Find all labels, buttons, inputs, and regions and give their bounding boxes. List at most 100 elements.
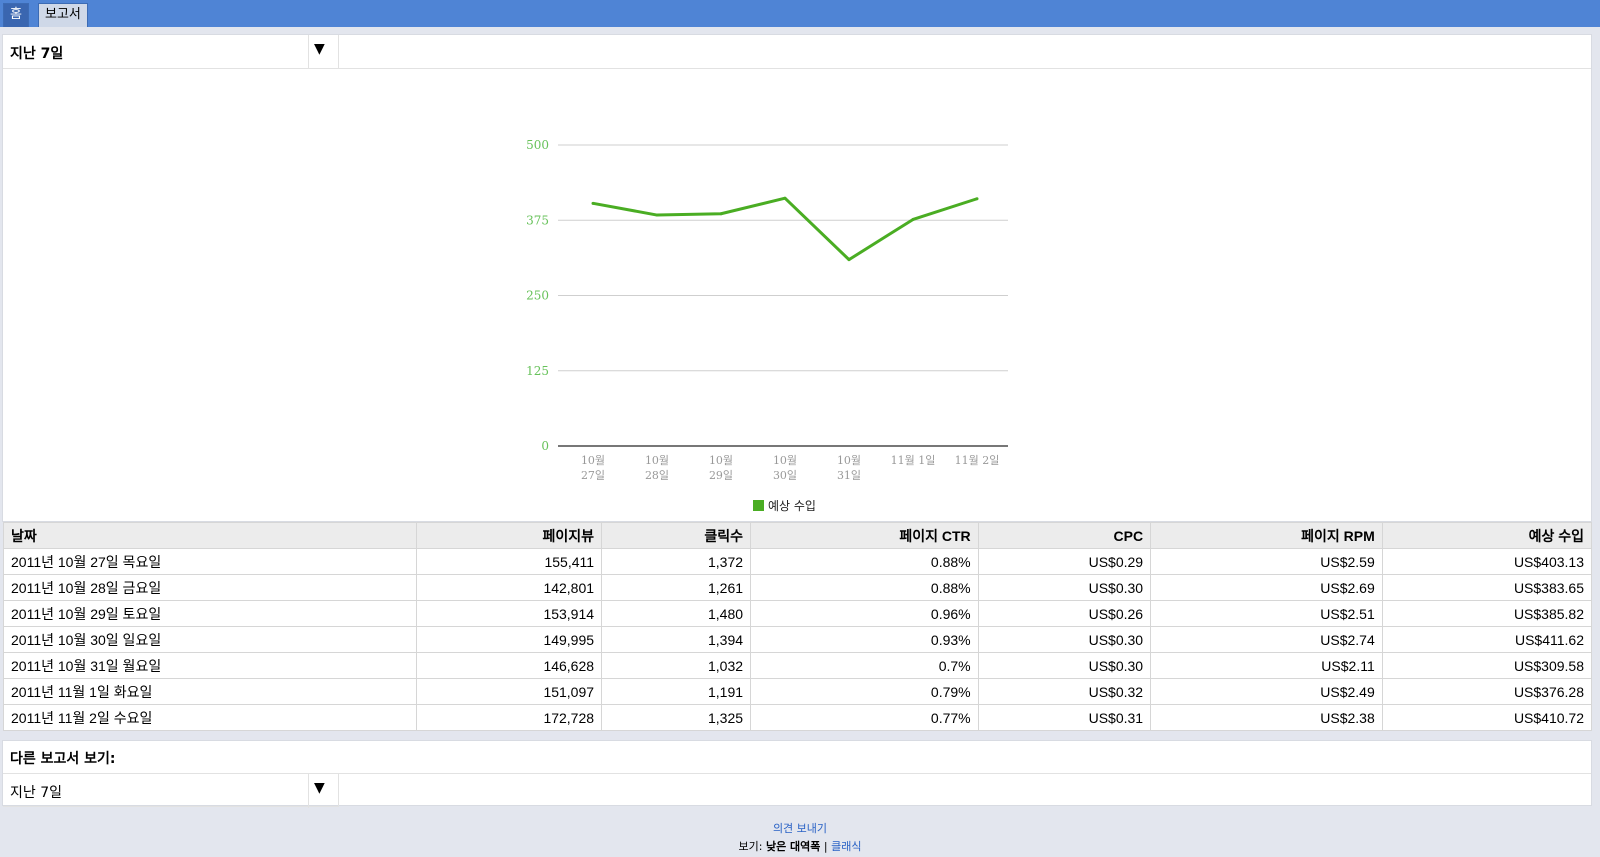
dropdown-top-line [339, 773, 1591, 774]
period-dropdown-value: 지난 7일 [10, 46, 64, 62]
dropdown-divider [308, 774, 309, 808]
column-header[interactable]: 페이지 CTR [750, 522, 979, 549]
table-cell: 153,914 [416, 600, 603, 627]
table-cell: 155,411 [416, 548, 603, 575]
table-cell: 1,372 [601, 548, 752, 575]
legend-swatch [753, 500, 764, 511]
table-cell: 0.93% [750, 626, 979, 653]
y-tick-label: 375 [526, 213, 549, 227]
footer-separator: | [823, 840, 828, 853]
table-cell: 142,801 [416, 574, 603, 601]
table-cell: US$309.58 [1381, 652, 1593, 679]
column-header[interactable]: 클릭수 [601, 522, 752, 549]
table-cell: 1,480 [601, 600, 752, 627]
table-cell: 146,628 [416, 652, 603, 679]
table-cell: US$376.28 [1381, 678, 1593, 705]
dropdown-divider [308, 35, 309, 69]
table-cell: US$410.72 [1381, 704, 1593, 731]
table-cell: US$385.82 [1381, 600, 1593, 627]
table-cell: 0.77% [750, 704, 979, 731]
x-tick-label: 11월 2일 [955, 453, 1000, 467]
table-cell: 0.88% [750, 574, 979, 601]
table-cell: 151,097 [416, 678, 603, 705]
data-point [655, 213, 659, 217]
x-tick-label: 27일 [581, 468, 605, 482]
x-tick-label: 29일 [709, 468, 733, 482]
x-tick-label: 31일 [837, 468, 861, 482]
table-cell: US$2.38 [1150, 704, 1383, 731]
table-cell: US$0.29 [977, 548, 1152, 575]
report-panel: 지난 7일 ▼ 0 125 250 375 500 10월 27일 10월 28일 10월 29일 1… [2, 34, 1592, 522]
x-tick-label: 11월 1일 [891, 453, 936, 467]
table-row: 2011년 10월 30일 일요일 149,995 1,394 0.93% US$0.3… [2, 626, 1593, 653]
view-label: 보기: [738, 840, 763, 853]
table-cell: 2011년 11월 1일 화요일 [2, 678, 418, 705]
table-cell: US$2.69 [1150, 574, 1383, 601]
table-cell: 2011년 10월 30일 일요일 [2, 626, 418, 653]
table-cell: US$2.59 [1150, 548, 1383, 575]
table-cell: US$0.30 [977, 652, 1152, 679]
table-cell: 2011년 10월 28일 금요일 [2, 574, 418, 601]
table-cell: US$2.49 [1150, 678, 1383, 705]
table-cell: 172,728 [416, 704, 603, 731]
x-tick-label: 10월 [773, 454, 797, 467]
table-cell: US$0.30 [977, 574, 1152, 601]
y-tick-label: 0 [541, 439, 549, 453]
table-cell: 1,394 [601, 626, 752, 653]
report-table: 날짜 페이지뷰 클릭수 페이지 CTR CPC 페이지 RPM 예상 수입 2011년 10… [2, 522, 1593, 731]
table-cell: US$0.30 [977, 626, 1152, 653]
table-row: 2011년 11월 2일 수요일 172,728 1,325 0.77% US$0.31… [2, 704, 1593, 731]
other-reports-dropdown[interactable]: 지난 7일 ▼ [3, 773, 339, 808]
data-point [975, 197, 979, 201]
x-tick-label: 10월 [645, 454, 669, 467]
data-point [719, 212, 723, 216]
column-header[interactable]: 예상 수입 [1381, 522, 1593, 549]
footer-view-options: 보기: 낮은 대역폭 | 클래식 [0, 838, 1600, 854]
y-tick-label: 125 [526, 364, 549, 378]
data-point [847, 258, 851, 262]
table-row: 2011년 10월 29일 토요일 153,914 1,480 0.96% US$0.2… [2, 600, 1593, 627]
data-point [911, 217, 915, 221]
period-dropdown[interactable]: 지난 7일 ▼ [3, 35, 339, 69]
x-tick-label: 30일 [773, 468, 797, 482]
y-tick-label: 250 [526, 289, 549, 303]
classic-link[interactable]: 클래식 [831, 840, 861, 853]
table-cell: US$0.32 [977, 678, 1152, 705]
x-tick-label: 10월 [837, 454, 861, 467]
table-row: 2011년 11월 1일 화요일 151,097 1,191 0.79% US$0.32… [2, 678, 1593, 705]
table-cell: 1,032 [601, 652, 752, 679]
legend-label: 예상 수입 [768, 499, 816, 513]
y-tick-label: 500 [526, 138, 549, 152]
table-header-row: 날짜 페이지뷰 클릭수 페이지 CTR CPC 페이지 RPM 예상 수입 [2, 522, 1593, 549]
table-cell: US$0.31 [977, 704, 1152, 731]
column-header[interactable]: 페이지 RPM [1150, 522, 1383, 549]
tab-home[interactable]: 홈 [3, 3, 29, 27]
data-point [591, 201, 595, 205]
table-cell: US$0.26 [977, 600, 1152, 627]
series-line-estimated-earnings [592, 196, 978, 262]
column-header[interactable]: 페이지뷰 [416, 522, 603, 549]
tab-reports[interactable]: 보고서 [38, 3, 88, 27]
feedback-link[interactable]: 의견 보내기 [773, 822, 827, 835]
column-header[interactable]: CPC [977, 522, 1152, 549]
table-cell: 2011년 10월 31일 월요일 [2, 652, 418, 679]
table-cell: US$383.65 [1381, 574, 1593, 601]
table-cell: 1,261 [601, 574, 752, 601]
table-cell: 0.79% [750, 678, 979, 705]
table-cell: US$2.11 [1150, 652, 1383, 679]
dropdown-arrow-icon[interactable]: ▼ [314, 780, 325, 796]
table-cell: 0.7% [750, 652, 979, 679]
table-cell: US$403.13 [1381, 548, 1593, 575]
table-cell: 149,995 [416, 626, 603, 653]
x-tick-label: 10월 [709, 454, 733, 467]
table-cell: 0.96% [750, 600, 979, 627]
footer-feedback: 의견 보내기 [0, 820, 1600, 836]
x-tick-label: 28일 [645, 468, 669, 482]
table-cell: 2011년 10월 27일 목요일 [2, 548, 418, 575]
table-cell: 1,191 [601, 678, 752, 705]
data-point [783, 196, 787, 200]
column-header[interactable]: 날짜 [2, 522, 418, 549]
estimated-earnings-chart: 012525037550010월27일10월28일10월29일10월30일10월… [526, 138, 1008, 513]
table-cell: US$411.62 [1381, 626, 1593, 653]
dropdown-arrow-icon[interactable]: ▼ [314, 41, 325, 57]
